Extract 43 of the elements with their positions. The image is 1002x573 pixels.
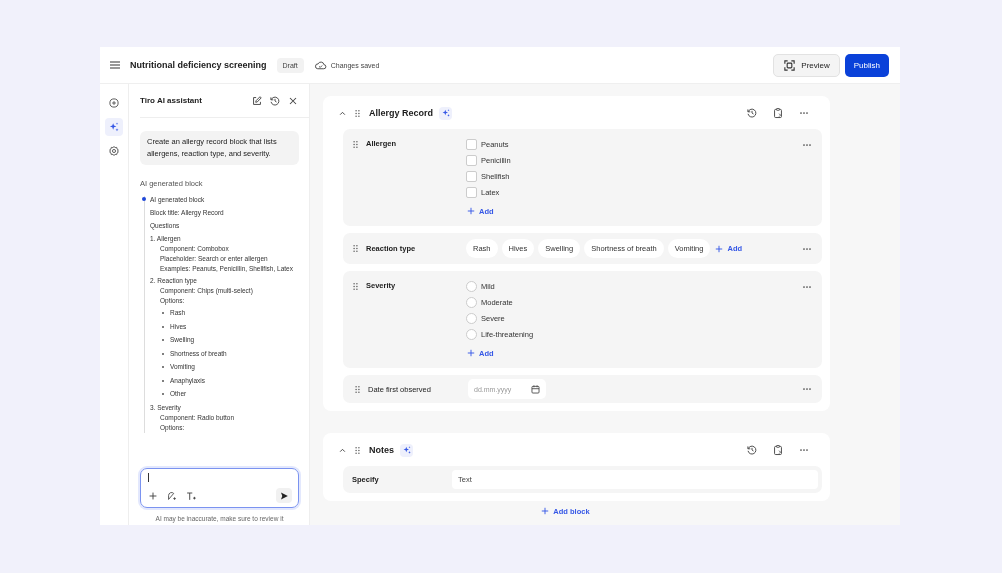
timeline-dot — [142, 197, 146, 201]
clipboard-icon[interactable] — [772, 107, 784, 119]
radio-button[interactable] — [466, 297, 477, 308]
block-title: Notes — [369, 445, 394, 455]
plus-icon — [466, 206, 476, 216]
publish-button[interactable]: Publish — [844, 53, 889, 77]
drag-handle-icon[interactable] — [350, 139, 361, 150]
history-icon[interactable] — [746, 444, 758, 456]
checkbox[interactable] — [466, 139, 477, 150]
message-input[interactable] — [140, 468, 299, 508]
drag-handle-icon[interactable] — [350, 281, 361, 292]
drag-handle-icon[interactable] — [350, 243, 361, 254]
clipboard-icon[interactable] — [772, 444, 784, 456]
drag-handle-icon[interactable] — [352, 383, 363, 395]
preview-button[interactable]: Preview — [773, 53, 840, 77]
checkbox[interactable] — [466, 155, 477, 166]
scan-icon — [783, 58, 797, 72]
cloud-check-icon — [313, 58, 327, 72]
sparkle-icon — [108, 121, 120, 133]
history-icon[interactable] — [269, 94, 281, 107]
send-button[interactable] — [276, 488, 292, 503]
shape-icon[interactable] — [166, 489, 178, 502]
menu-icon[interactable] — [108, 58, 122, 72]
calendar-icon[interactable] — [530, 383, 541, 395]
history-icon[interactable] — [746, 107, 758, 119]
block-title: Allergy Record — [369, 108, 434, 118]
text-cursor — [148, 473, 149, 482]
plus-icon — [714, 243, 725, 254]
plus-icon — [540, 506, 551, 516]
document-title: Nutritional deficiency screening — [130, 60, 267, 70]
settings-icon — [108, 145, 120, 157]
checkbox[interactable] — [466, 171, 477, 182]
text-format-icon[interactable] — [185, 489, 197, 502]
drag-handle-icon[interactable] — [352, 444, 363, 456]
checkbox[interactable] — [466, 187, 477, 198]
drag-handle-icon[interactable] — [352, 107, 363, 119]
radio-button[interactable] — [466, 329, 477, 340]
panel-title: Tiro AI assistant — [140, 96, 202, 105]
edit-icon[interactable] — [251, 94, 263, 107]
plus-icon — [466, 348, 476, 358]
add-icon — [108, 97, 120, 109]
radio-button[interactable] — [466, 281, 477, 292]
radio-button[interactable] — [466, 313, 477, 324]
